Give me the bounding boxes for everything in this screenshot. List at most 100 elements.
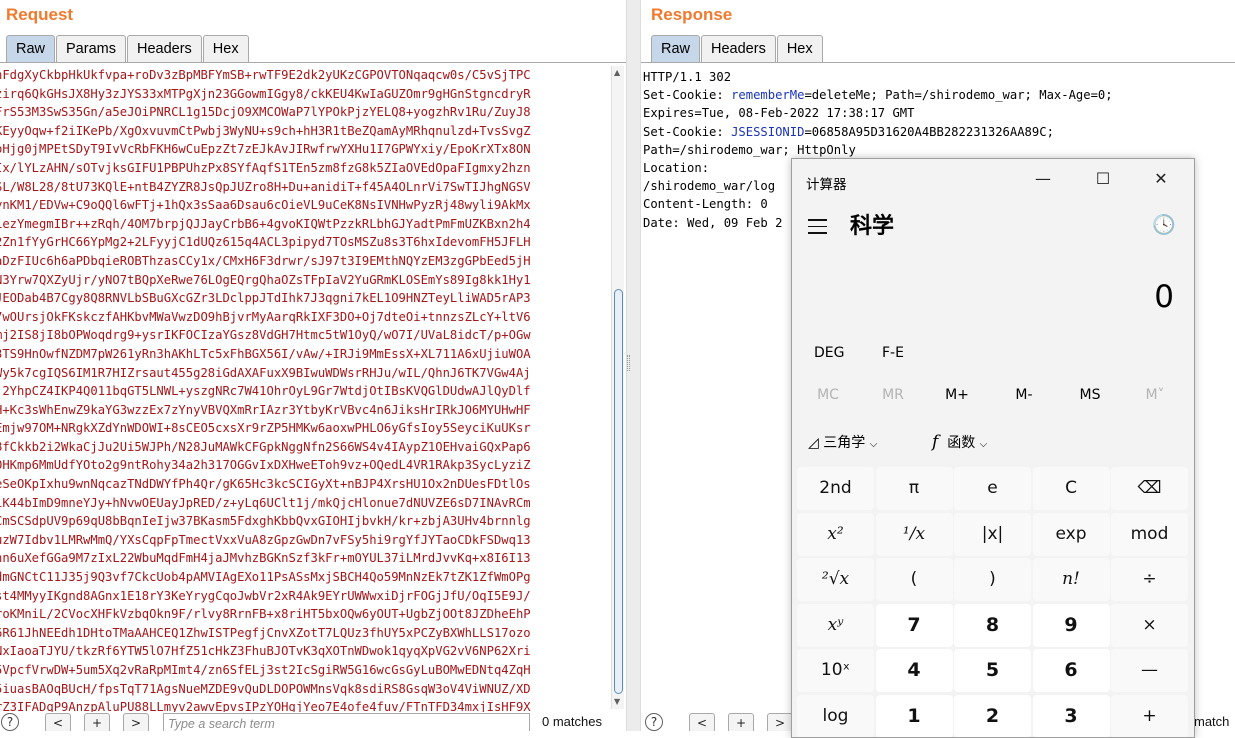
- search-input[interactable]: Type a search term: [163, 713, 530, 731]
- request-body-text[interactable]: nFdgXyCkbpHkUkfvpa+roDv3zBpMBFYmSB+rwTF9…: [0, 66, 608, 714]
- angle-unit-button[interactable]: DEG: [814, 345, 844, 361]
- add-button[interactable]: +: [84, 713, 110, 731]
- digit-3-button[interactable]: 3: [1032, 694, 1110, 737]
- location-header: Location:: [643, 161, 710, 176]
- date-line: Date: Wed, 09 Feb 2: [643, 215, 783, 230]
- maximize-icon[interactable]: ☐: [1080, 165, 1126, 193]
- memory-list-button[interactable]: M˅: [1130, 387, 1180, 403]
- chevron-down-icon: ⌵: [979, 439, 988, 450]
- request-line: aDzFIUc6h6aPDbqieROBThzasCCy1x/CMxH6F3dr…: [0, 253, 531, 268]
- request-line: st4MMyyIKgnd8AGnx1E18rY3KeYrygCqoJwbVr2x…: [0, 588, 531, 603]
- request-line: Ix/lYLzAHN/sOTvjksGIFU1PBPUhzPx8SYfAqfS1…: [0, 160, 531, 175]
- backspace-button[interactable]: ⌫: [1111, 467, 1188, 510]
- functions-dropdown[interactable]: f 函数 ⌵: [932, 432, 987, 452]
- request-line: N3Yrw7QXZyUjr/yNO7tBQpXeRwe76LOgEQrgQhaO…: [0, 272, 531, 287]
- close-paren-button[interactable]: ): [954, 558, 1031, 601]
- minus-button[interactable]: —: [1111, 649, 1188, 692]
- request-line: nFdgXyCkbpHkUkfvpa+roDv3zBpMBFYmSB+rwTF9…: [0, 68, 531, 82]
- log-button[interactable]: log: [797, 694, 874, 737]
- prev-match-button[interactable]: <: [689, 713, 715, 731]
- tab-raw[interactable]: Raw: [6, 35, 56, 62]
- next-match-button[interactable]: >: [767, 713, 793, 731]
- functions-label: 函数: [947, 435, 976, 451]
- prev-match-button[interactable]: <: [45, 713, 71, 731]
- exp-button[interactable]: exp: [1032, 512, 1110, 556]
- open-paren-button[interactable]: (: [875, 558, 953, 601]
- digit-9-button[interactable]: 9: [1032, 603, 1110, 647]
- e-button[interactable]: e: [954, 467, 1031, 510]
- plus-button[interactable]: +: [1111, 694, 1188, 737]
- request-line: mj2IS8jI8bOPWoqdrg9+ysrIKFOCIzaYGsz8VdGH…: [0, 328, 531, 343]
- request-line: 5iuasBAOqBUcH/fpsTqT71AgsNueMZDE9vQuDLDO…: [0, 681, 531, 696]
- ten-power-button[interactable]: 10ˣ: [797, 649, 874, 692]
- digit-1-button[interactable]: 1: [875, 694, 953, 737]
- match-count: 0 matches: [542, 714, 602, 729]
- request-line: Emjw97OM+NRgkXZdYnWDOWI+8sCEO5cxsXr9rZP5…: [0, 421, 531, 436]
- mr-button[interactable]: MR: [868, 387, 918, 403]
- request-line: 3TS9HnOwfNZDM7pW261yRn3hAKhLTc5xFhBGX56I…: [0, 346, 531, 361]
- divide-button[interactable]: ÷: [1111, 558, 1188, 601]
- request-line: 7wOUrsjOkFKskczfAHKbvMWaVwzDO9hBjvrMyAar…: [0, 309, 531, 324]
- pi-button[interactable]: π: [875, 467, 953, 510]
- request-scrollbar[interactable]: ▲ ▼: [611, 66, 624, 709]
- clear-button[interactable]: C: [1032, 467, 1110, 510]
- digit-4-button[interactable]: 4: [875, 649, 953, 692]
- history-icon[interactable]: 🕓: [1152, 213, 1176, 236]
- power-button[interactable]: xʸ: [797, 603, 874, 647]
- tab-headers[interactable]: Headers: [126, 35, 202, 62]
- request-line: dmGNCtC11J35j9Q3vf7CkcUob4pAMVIAgEXo11Ps…: [0, 570, 531, 585]
- abs-button[interactable]: |x|: [954, 512, 1031, 556]
- request-title: Request: [6, 5, 74, 24]
- tab-hex[interactable]: Hex: [202, 35, 249, 62]
- add-button[interactable]: +: [728, 713, 754, 731]
- digit-7-button[interactable]: 7: [875, 603, 953, 647]
- sqrt-button[interactable]: ²√x: [797, 558, 874, 601]
- request-editor[interactable]: nFdgXyCkbpHkUkfvpa+roDv3zBpMBFYmSB+rwTF9…: [0, 66, 608, 714]
- header-name: Set-Cookie:: [643, 124, 732, 139]
- divider-grip-icon[interactable]: [627, 355, 630, 371]
- help-icon[interactable]: ?: [1, 713, 19, 731]
- trig-dropdown[interactable]: ◿ 三角学 ⌵: [808, 432, 877, 452]
- request-line: eSeOKpIxhu9wnNqcazTNdDWYfPh4Qr/gK65Hc3kc…: [0, 477, 531, 492]
- request-line: 6R61JhNEEdh1DHtoTMaAAHCEQ1ZhwISTPegfjCnv…: [0, 625, 531, 640]
- request-line: 2Zn1fYyGrHC66YpMg2+2LFyyjC1dUQz615q4ACL3…: [0, 235, 531, 250]
- multiply-button[interactable]: ×: [1111, 603, 1188, 647]
- request-line: iK44bImD9mneYJy+hNvwOEUayJpRED/z+yLq6UCl…: [0, 495, 531, 510]
- request-line: oHjg0jMPEtSDyT9IvVcRbFKH6wCuEpzZt7zEJkAv…: [0, 142, 531, 157]
- tab-raw[interactable]: Raw: [651, 35, 701, 62]
- tab-params[interactable]: Params: [56, 35, 126, 62]
- scrollbar-thumb[interactable]: [614, 289, 623, 694]
- scroll-up-icon[interactable]: ▲: [614, 68, 620, 77]
- request-line: uzW7Idbv1LMRwMmQ/YXsCqpFpTmectVxxVuA8zGp…: [0, 532, 531, 547]
- status-line: HTTP/1.1 302: [643, 70, 732, 84]
- close-icon[interactable]: ✕: [1138, 165, 1184, 193]
- mc-button[interactable]: MC: [803, 387, 853, 403]
- m-plus-button[interactable]: M+: [932, 387, 982, 403]
- square-button[interactable]: x²: [797, 512, 874, 556]
- next-match-button[interactable]: >: [123, 713, 149, 731]
- fe-button[interactable]: F-E: [882, 345, 904, 361]
- reciprocal-button[interactable]: ¹/x: [875, 512, 953, 556]
- function-icon: f: [932, 432, 939, 452]
- scroll-down-icon[interactable]: ▼: [614, 697, 620, 706]
- m-minus-button[interactable]: M-: [999, 387, 1049, 403]
- minimize-icon[interactable]: —: [1020, 165, 1066, 193]
- factorial-button[interactable]: n!: [1032, 558, 1110, 601]
- ms-button[interactable]: MS: [1065, 387, 1115, 403]
- digit-2-button[interactable]: 2: [954, 694, 1031, 737]
- trig-label: 三角学: [823, 435, 866, 451]
- tab-headers[interactable]: Headers: [701, 35, 776, 62]
- digit-8-button[interactable]: 8: [954, 603, 1031, 647]
- expires-line: Expires=Tue, 08-Feb-2022 17:38:17 GMT: [643, 106, 915, 121]
- digit-5-button[interactable]: 5: [954, 649, 1031, 692]
- tab-hex[interactable]: Hex: [776, 35, 823, 62]
- request-line: roKMniL/2CVocXHFkVzbqOkn9F/rlvy8RrnFB+x8…: [0, 607, 531, 622]
- request-line: 8fCkkb2i2WkaCjJu2Ui5WJPh/N28JuMAWkCFGpkN…: [0, 439, 531, 454]
- help-icon[interactable]: ?: [645, 713, 663, 731]
- menu-icon[interactable]: [808, 219, 827, 239]
- mod-button[interactable]: mod: [1111, 512, 1188, 556]
- digit-6-button[interactable]: 6: [1032, 649, 1110, 692]
- second-button[interactable]: 2nd: [797, 467, 874, 510]
- request-line: KEyyOqw+f2iIKePb/XgOxvuvmCtPwbj3WyNU+s9c…: [0, 123, 531, 138]
- request-line: ynKM1/EDVw+C9oQQl6wFTj+1hQx3sSaa6Dsau6cO…: [0, 198, 531, 213]
